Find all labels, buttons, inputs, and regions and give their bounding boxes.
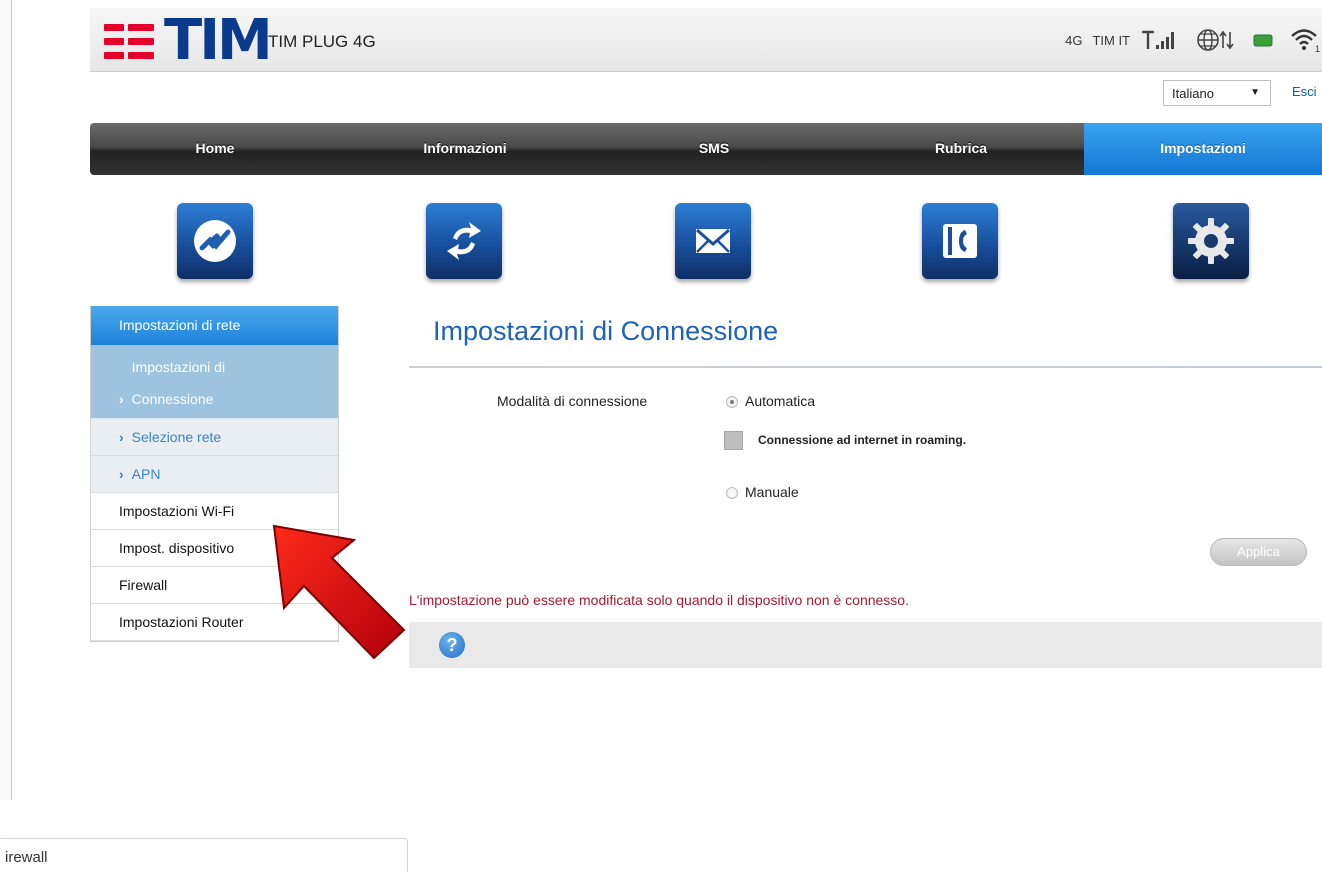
sidebar-item-label: APN [131, 466, 161, 482]
tab-informazioni[interactable]: Informazioni [340, 123, 590, 175]
sidebar-item-network-selection[interactable]: › Selezione rete [91, 419, 338, 456]
network-type: 4G [1065, 32, 1083, 48]
refresh-icon[interactable] [426, 203, 502, 279]
tim-logo-mark [104, 18, 156, 64]
sidebar-item-apn[interactable]: › APN [91, 456, 338, 493]
radio-automatic[interactable] [726, 396, 738, 408]
apply-button[interactable]: Applica [1210, 538, 1307, 566]
sim-card-icon [1252, 32, 1274, 48]
left-window-edge [0, 0, 12, 800]
roaming-checkbox[interactable] [724, 431, 743, 450]
globe-data-icon [1196, 28, 1236, 52]
product-name: TIM PLUG 4G [268, 32, 376, 51]
red-arrow-icon [272, 524, 406, 660]
signal-strength-icon [1140, 29, 1180, 51]
chevron-right-icon: › [119, 429, 124, 445]
header-bar: TIM TIM PLUG 4G 4G TIM IT 1 [90, 8, 1322, 72]
tim-logo: TIM [104, 8, 273, 73]
connection-mode-label: Modalità di connessione [497, 393, 648, 409]
dropdown-caret-icon: ▼ [1250, 87, 1260, 98]
sidebar-item-label: Selezione rete [131, 429, 222, 445]
sidebar-item-label: Impostazioni di Connessione [131, 359, 226, 407]
sidebar-section-network[interactable]: Impostazioni di rete [91, 306, 338, 345]
roaming-checkbox-label: Connessione ad internet in roaming. [758, 433, 967, 447]
operator-name: TIM IT [1092, 32, 1130, 48]
language-select[interactable]: Italiano ▼ [1163, 80, 1271, 106]
settings-gear-icon[interactable] [1173, 203, 1249, 279]
main-nav: Home Informazioni SMS Rubrica Impostazio… [90, 123, 1322, 175]
logout-link[interactable]: Esci [1292, 84, 1317, 99]
help-icon[interactable]: ? [439, 632, 465, 658]
tab-rubrica[interactable]: Rubrica [838, 123, 1084, 175]
bottom-field-value: irewall [5, 849, 48, 866]
radio-manual-label: Manuale [745, 484, 799, 500]
language-value: Italiano [1172, 85, 1214, 101]
title-divider [409, 366, 1322, 368]
radio-automatic-label: Automatica [745, 393, 816, 409]
brand-name: TIM [164, 8, 273, 73]
wifi-icon: 1 [1290, 27, 1322, 53]
wifi-client-count: 1 [1315, 44, 1320, 53]
radio-manual[interactable] [726, 487, 738, 499]
tab-home[interactable]: Home [90, 123, 340, 175]
chevron-right-icon: › [119, 466, 124, 482]
page-title: Impostazioni di Connessione [433, 316, 779, 346]
tab-impostazioni[interactable]: Impostazioni [1084, 123, 1322, 175]
chevron-right-icon: › [119, 391, 124, 407]
bottom-text-field[interactable]: irewall [0, 838, 408, 872]
status-area: 4G TIM IT 1 [1065, 24, 1322, 56]
help-bar: ? [409, 622, 1322, 668]
connection-icon[interactable] [177, 203, 253, 279]
mail-icon[interactable] [675, 203, 751, 279]
sidebar-item-connection-settings[interactable]: › Impostazioni di Connessione [91, 345, 338, 419]
tab-sms[interactable]: SMS [590, 123, 838, 175]
warning-message: L'impostazione può essere modificata sol… [409, 592, 909, 608]
phonebook-icon[interactable] [922, 203, 998, 279]
